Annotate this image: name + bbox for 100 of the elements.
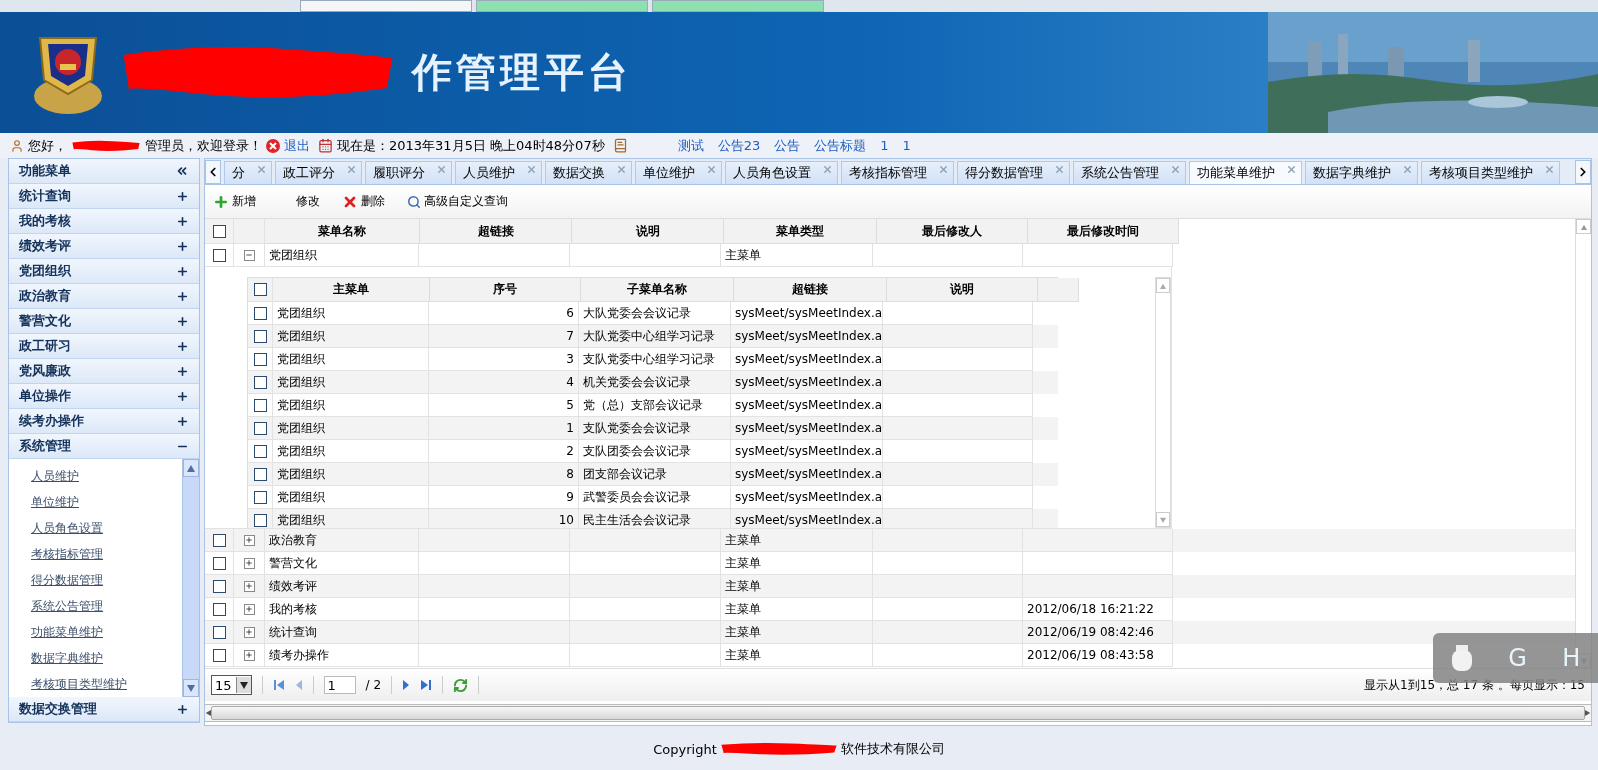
notice-link[interactable]: 1: [902, 138, 911, 153]
sidebar-link[interactable]: 人员角色设置: [31, 515, 103, 541]
checkbox[interactable]: [212, 248, 226, 262]
tab[interactable]: 考核指标管理: [841, 161, 954, 184]
checkbox[interactable]: [212, 648, 226, 662]
checkbox[interactable]: [253, 490, 267, 504]
toolbar-button[interactable]: 删除: [340, 191, 387, 212]
tab[interactable]: 数据交换: [545, 161, 632, 184]
sidebar-link[interactable]: 考核项目类型维护: [31, 671, 127, 697]
scroll-up-icon[interactable]: [187, 464, 195, 472]
sidebar-group[interactable]: 续考办操作: [9, 409, 199, 434]
sidebar-link[interactable]: 人员维护: [31, 463, 79, 489]
sidebar-link[interactable]: 考核指标管理: [31, 541, 103, 567]
scroll-left-icon[interactable]: [205, 710, 211, 716]
first-page-icon[interactable]: [272, 679, 285, 691]
notice-link[interactable]: 公告: [774, 136, 801, 155]
logout-link[interactable]: 退出: [284, 136, 310, 155]
toolbar-button[interactable]: 新增: [211, 191, 258, 212]
checkbox[interactable]: [253, 283, 267, 296]
sidebar-group[interactable]: 党团组织: [9, 259, 199, 284]
sidebar-group[interactable]: 数据交换管理: [9, 697, 199, 722]
plus-icon: [245, 582, 253, 590]
expand-toggle[interactable]: [243, 534, 255, 546]
checkbox[interactable]: [253, 306, 267, 320]
notice-link[interactable]: 公告标题: [814, 136, 867, 155]
toolbar-button[interactable]: 修改: [294, 191, 322, 212]
checkbox[interactable]: [253, 329, 267, 343]
checkbox[interactable]: [212, 533, 226, 547]
sidebar-link[interactable]: 单位维护: [31, 489, 79, 515]
tab-scroll-right[interactable]: [1575, 160, 1591, 184]
dropdown-icon[interactable]: [239, 681, 248, 689]
checkbox[interactable]: [253, 398, 267, 412]
tab-scroll-left[interactable]: [205, 160, 221, 184]
notice-link[interactable]: 测试: [677, 136, 704, 155]
last-page-icon[interactable]: [420, 679, 433, 691]
scroll-right-icon[interactable]: [1585, 710, 1591, 716]
collapse-toggle[interactable]: [243, 249, 255, 261]
collapse-icon[interactable]: [175, 164, 189, 178]
checkbox[interactable]: [212, 625, 226, 639]
scroll-up-icon[interactable]: [1580, 223, 1587, 230]
sidebar-group[interactable]: 单位操作: [9, 384, 199, 409]
page-input[interactable]: 1: [323, 676, 356, 694]
sidebar-group[interactable]: 系统管理: [9, 434, 199, 459]
sidebar-link[interactable]: 功能菜单维护: [31, 619, 103, 645]
checkbox[interactable]: [212, 602, 226, 616]
sidebar-link[interactable]: 数据字典维护: [31, 645, 103, 671]
next-page-icon[interactable]: [402, 679, 411, 691]
tab[interactable]: 政工评分: [275, 161, 362, 184]
tab[interactable]: 人员角色设置: [725, 161, 838, 184]
plus-icon: [245, 651, 253, 659]
sidebar-link[interactable]: 得分数据管理: [31, 567, 103, 593]
checkbox[interactable]: [212, 556, 226, 570]
plus-icon: [245, 605, 253, 613]
tab[interactable]: 人员维护: [455, 161, 542, 184]
sidebar-group[interactable]: 政治教育: [9, 284, 199, 309]
sidebar-link[interactable]: 系统公告管理: [31, 593, 103, 619]
sidebar-group[interactable]: 我的考核: [9, 209, 199, 234]
sidebar-group[interactable]: 绩效考评: [9, 234, 199, 259]
tab[interactable]: 分: [224, 161, 272, 184]
checkbox[interactable]: [253, 352, 267, 366]
logout-icon: [266, 138, 280, 153]
close-icon[interactable]: [1286, 164, 1297, 175]
checkbox[interactable]: [253, 467, 267, 481]
column-header: 菜单名称: [265, 219, 420, 244]
copyright-text: Copyright: [653, 741, 717, 757]
plus-icon: [176, 189, 189, 203]
expand-toggle[interactable]: [243, 649, 255, 661]
checkbox[interactable]: [253, 444, 267, 458]
tab[interactable]: 功能菜单维护: [1189, 161, 1302, 184]
tab[interactable]: 考核项目类型维护: [1421, 161, 1560, 184]
notice-link[interactable]: 公告23: [717, 136, 761, 155]
sidebar-group[interactable]: 党风廉政: [9, 359, 199, 384]
column-header: 最后修改时间: [1028, 219, 1179, 244]
checkbox[interactable]: [212, 224, 226, 238]
column-header: 说明: [572, 219, 724, 244]
checkbox[interactable]: [253, 421, 267, 435]
tab[interactable]: 系统公告管理: [1073, 161, 1186, 184]
notice-link[interactable]: 1: [880, 138, 889, 153]
toolbar-button[interactable]: 高级自定义查询: [405, 191, 510, 212]
checkbox[interactable]: [253, 513, 267, 527]
checkbox[interactable]: [212, 579, 226, 593]
column-header: 超链接: [420, 219, 572, 244]
sidebar-group[interactable]: 警营文化: [9, 309, 199, 334]
tab[interactable]: 数据字典维护: [1305, 161, 1418, 184]
platform-title: 作管理平台: [412, 48, 632, 97]
expand-toggle[interactable]: [243, 603, 255, 615]
scroll-thumb[interactable]: [211, 706, 1585, 720]
tab[interactable]: 单位维护: [635, 161, 722, 184]
checkbox[interactable]: [253, 375, 267, 389]
page-size-select[interactable]: 15: [211, 675, 252, 695]
sidebar-group[interactable]: 政工研习: [9, 334, 199, 359]
refresh-icon[interactable]: [453, 677, 469, 693]
tab[interactable]: 履职评分: [365, 161, 452, 184]
expand-toggle[interactable]: [243, 557, 255, 569]
plus-icon: [176, 264, 189, 278]
expand-toggle[interactable]: [243, 626, 255, 638]
tab[interactable]: 得分数据管理: [957, 161, 1070, 184]
sidebar-group[interactable]: 统计查询: [9, 184, 199, 209]
expand-toggle[interactable]: [243, 580, 255, 592]
scroll-down-icon[interactable]: [187, 684, 195, 692]
